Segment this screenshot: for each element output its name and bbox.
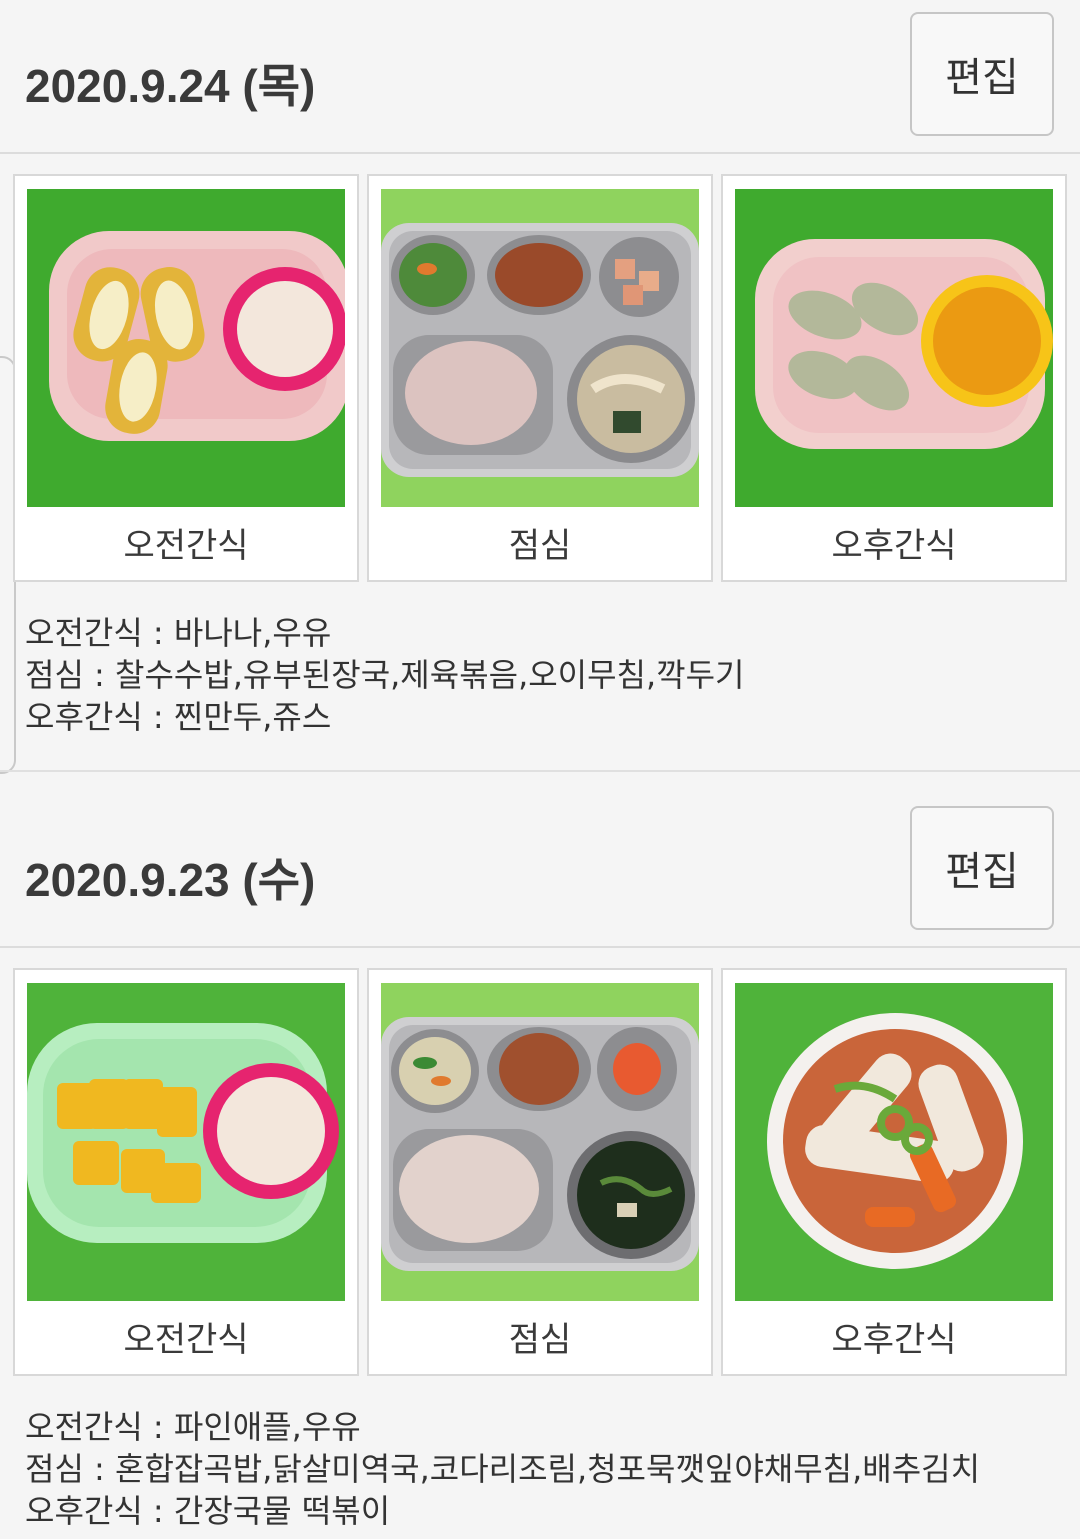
menu-line-afternoon: 오후간식 : 찐만두,쥬스 (25, 698, 332, 736)
menu-description: 오전간식 : 바나나,우유 점심 : 찰수수밥,유부된장국,제육볶음,오이무침,… (25, 612, 745, 738)
meal-card-label: 오후간식 (831, 526, 957, 566)
menu-description: 오전간식 : 파인애플,우유 점심 : 혼합잡곡밥,닭살미역국,코다리조림,청포… (25, 1406, 980, 1532)
day-section: 2020.9.23 (수) 편집 오전간식 점심 오후간식 오전간식: 파인애… (0, 794, 1080, 1530)
banana-milk-photo (27, 189, 345, 507)
day-date-title: 2020.9.23 (수) (25, 854, 316, 906)
meal-card-label: 오전간식 (123, 1320, 249, 1360)
tteokbokki-photo (735, 983, 1053, 1301)
meal-card-lunch[interactable]: 점심 (367, 968, 713, 1376)
meal-card-label: 점심 (508, 526, 572, 566)
day-header: 2020.9.24 (목) 편집 (0, 0, 1080, 154)
meal-card-morning-snack[interactable]: 오전간식 (13, 968, 359, 1376)
day-divider (0, 770, 1080, 772)
menu-line-lunch: 점심 : 찰수수밥,유부된장국,제육볶음,오이무침,깍두기 (25, 656, 745, 694)
menu-line-lunch: 점심 : 혼합잡곡밥,닭살미역국,코다리조림,청포묵깻잎야채무침,배추김치 (25, 1450, 981, 1488)
menu-line-afternoon: 오후간식 : 간장국물 떡볶이 (25, 1492, 391, 1530)
lunch-tray-photo (381, 189, 699, 507)
day-header: 2020.9.23 (수) 편집 (0, 794, 1080, 948)
dumpling-juice-photo (735, 189, 1053, 507)
lunch-tray-photo (381, 983, 699, 1301)
meal-photo-row: 오전간식 점심 오후간식 (0, 174, 1080, 582)
meal-card-afternoon-snack[interactable]: 오후간식 (721, 174, 1067, 582)
meal-card-label: 점심 (508, 1320, 572, 1360)
pineapple-milk-photo (27, 983, 345, 1301)
meal-card-label: 오전간식 (123, 526, 249, 566)
edit-button[interactable]: 편집 (910, 806, 1054, 930)
menu-line-morning: 오전간식 : 파인애플,우유 (25, 1408, 361, 1446)
day-date-title: 2020.9.24 (목) (25, 60, 316, 112)
meal-card-morning-snack[interactable]: 오전간식 (13, 174, 359, 582)
menu-line-morning: 오전간식 : 바나나,우유 (25, 614, 332, 652)
edit-button[interactable]: 편집 (910, 12, 1054, 136)
meal-card-label: 오후간식 (831, 1320, 957, 1360)
meal-photo-row: 오전간식 점심 오후간식 (0, 968, 1080, 1376)
meal-card-afternoon-snack[interactable]: 오후간식 (721, 968, 1067, 1376)
day-section: 2020.9.24 (목) 편집 오전간식 점심 오후간식 오전간식: 바나나… (0, 0, 1080, 736)
meal-card-lunch[interactable]: 점심 (367, 174, 713, 582)
